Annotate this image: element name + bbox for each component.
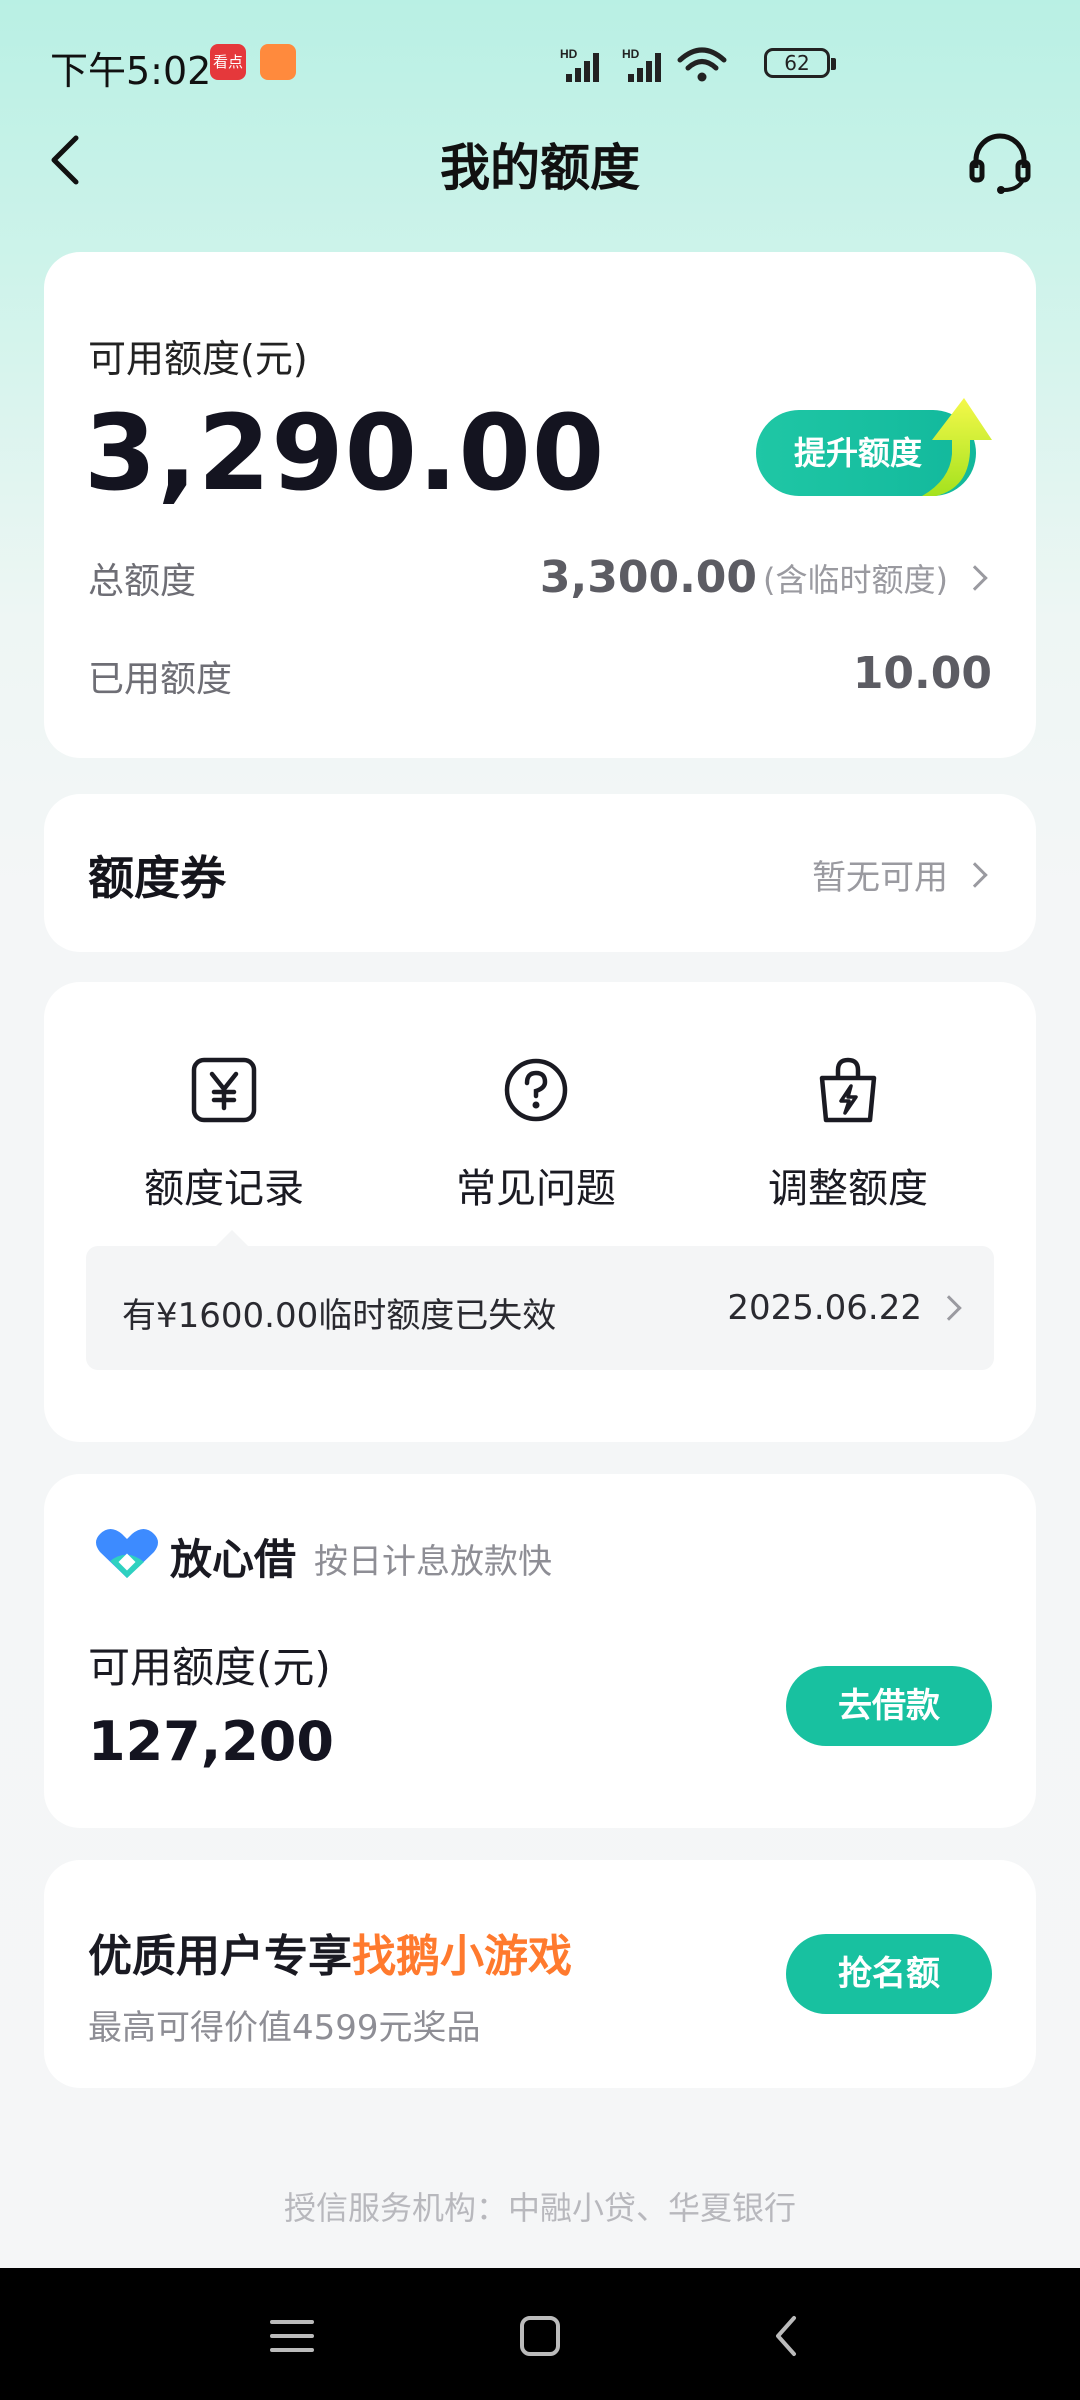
loan-available-amount: 127,200 xyxy=(88,1710,334,1773)
promo-title: 优质用户专享找鹅小游戏 xyxy=(88,1920,572,1984)
loan-available-label: 可用额度(元) xyxy=(88,1643,331,1692)
home-icon[interactable] xyxy=(512,2308,568,2364)
notice-text: 有¥1600.00临时额度已失效 xyxy=(122,1296,557,1336)
system-nav-bar xyxy=(0,2268,1080,2400)
credit-coupon-card[interactable]: 额度券 暂无可用 xyxy=(44,794,1036,952)
bag-lightning-icon xyxy=(819,1057,877,1123)
used-credit-value: 10.00 xyxy=(852,648,992,699)
available-credit-amount: 3,290.00 xyxy=(84,392,606,514)
promo-title-prefix: 优质用户专享 xyxy=(88,1931,352,1982)
expired-credit-notice[interactable]: 有¥1600.00临时额度已失效 2025.06.22 xyxy=(86,1230,994,1370)
headset-icon[interactable] xyxy=(968,130,1032,194)
promo-title-highlight: 找鹅小游戏 xyxy=(352,1931,572,1982)
chevron-right-icon xyxy=(936,1295,962,1321)
notice-date-row: 2025.06.22 xyxy=(727,1288,962,1328)
status-bar: 下午5:02 看点 HD HD 62 xyxy=(0,0,1080,130)
adjust-credit-label: 调整额度 xyxy=(768,1166,928,1212)
faq-button[interactable]: 常见问题 xyxy=(386,1054,686,1214)
loan-slogan: 按日计息放款快 xyxy=(314,1542,552,1582)
adjust-credit-button[interactable]: 调整额度 xyxy=(698,1054,998,1214)
coupon-title: 额度券 xyxy=(88,851,226,905)
heart-logo-icon xyxy=(96,1529,158,1578)
quick-actions-card: 额度记录 常见问题 调整额度 有¥1600.00临时额度已失效 2025.06.… xyxy=(44,982,1036,1442)
page-title: 我的额度 xyxy=(440,139,640,197)
question-icon xyxy=(504,1058,568,1122)
promo-subtitle: 最高可得价值4599元奖品 xyxy=(88,2008,481,2048)
credit-summary-card: 可用额度(元) 3,290.00 提升额度 总额度 3,300.00 (含临时额… xyxy=(44,252,1036,758)
app-notification-icon: 看点 xyxy=(210,44,246,80)
battery-indicator: 62 xyxy=(764,48,836,78)
svg-text:HD: HD xyxy=(560,47,578,61)
used-credit-label: 已用额度 xyxy=(88,659,233,700)
faq-label: 常见问题 xyxy=(456,1166,616,1212)
coupon-status: 暂无可用 xyxy=(812,858,948,898)
credit-record-label: 额度记录 xyxy=(144,1166,304,1212)
yen-record-icon xyxy=(191,1057,257,1123)
total-credit-note: (含临时额度) xyxy=(763,560,948,599)
menu-icon[interactable] xyxy=(264,2308,320,2364)
total-credit-label: 总额度 xyxy=(88,561,197,602)
status-time: 下午5:02 xyxy=(50,49,212,93)
chevron-right-icon xyxy=(962,861,988,888)
total-credit-row[interactable]: 3,300.00 (含临时额度) xyxy=(539,552,988,603)
up-arrow-icon xyxy=(922,398,992,496)
promo-card: 优质用户专享找鹅小游戏 最高可得价值4599元奖品 抢名额 xyxy=(44,1860,1036,2088)
notice-date: 2025.06.22 xyxy=(727,1288,922,1328)
borrow-button[interactable]: 去借款 xyxy=(786,1666,992,1746)
coupon-status-row: 暂无可用 xyxy=(812,850,988,899)
total-credit-value: 3,300.00 xyxy=(539,552,758,603)
app-notification-icon-2 xyxy=(260,44,296,80)
credit-institution-footer: 授信服务机构：中融小贷、华夏银行 xyxy=(283,2189,796,2227)
top-nav: 我的额度 xyxy=(0,120,1080,200)
loan-brand: 放心借 xyxy=(170,1535,297,1584)
credit-record-button[interactable]: 额度记录 xyxy=(74,1054,374,1214)
chevron-right-icon xyxy=(962,564,988,591)
grab-spot-button[interactable]: 抢名额 xyxy=(786,1934,992,2014)
available-credit-label: 可用额度(元) xyxy=(88,337,308,381)
svg-text:HD: HD xyxy=(622,47,640,61)
loan-card: 放心借 按日计息放款快 可用额度(元) 127,200 去借款 xyxy=(44,1474,1036,1828)
system-back-icon[interactable] xyxy=(760,2308,816,2364)
